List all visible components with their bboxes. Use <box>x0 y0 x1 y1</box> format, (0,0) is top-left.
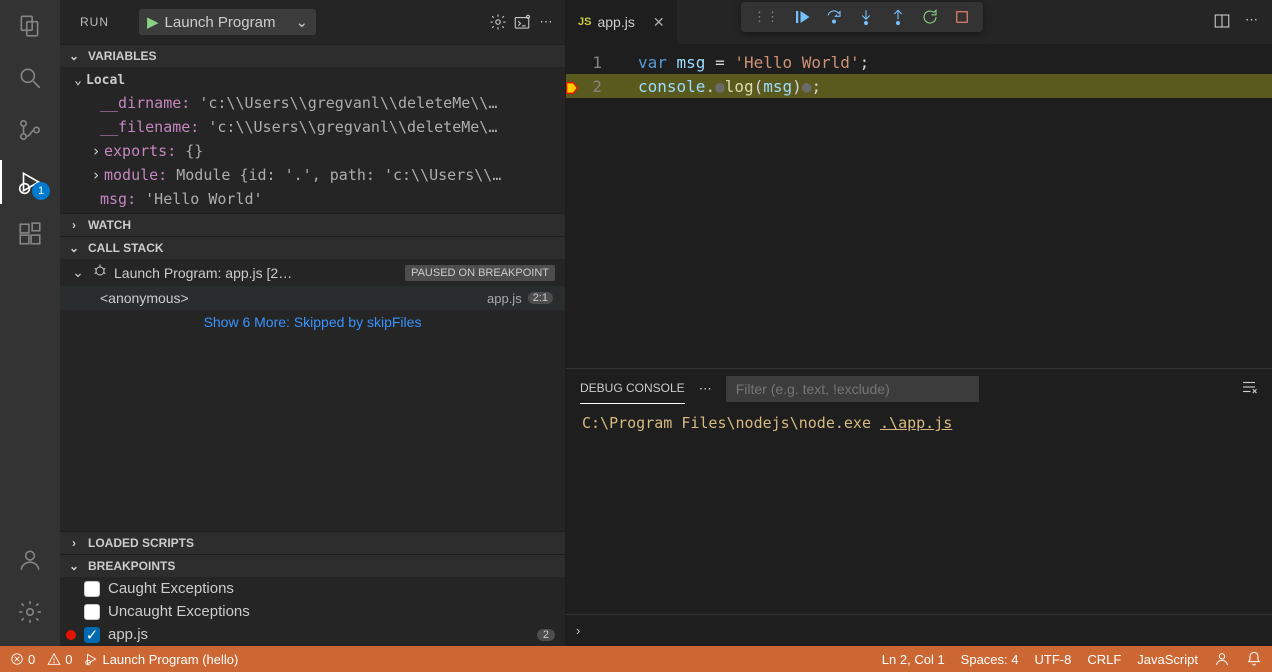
tab-bar: JS app.js ✕ ⋮⋮ ⋯ <box>566 0 1272 44</box>
activity-bar: 1 <box>0 0 60 646</box>
paused-badge: PAUSED ON BREAKPOINT <box>405 265 555 281</box>
checkbox[interactable] <box>84 604 100 620</box>
chevron-right-icon: › <box>576 623 580 638</box>
debug-console-panel: DEBUG CONSOLE ⋯ C:\Program Files\nodejs\… <box>566 368 1272 646</box>
chevron-down-icon: ⌄ <box>66 240 82 256</box>
explorer-icon[interactable] <box>0 0 60 52</box>
run-label: RUN <box>80 15 109 29</box>
variables-section[interactable]: ⌄VARIABLES <box>60 44 565 67</box>
js-file-icon: JS <box>578 16 591 28</box>
variable-row[interactable]: ›module: Module {id: '.', path: 'c:\\Use… <box>60 163 565 187</box>
step-into-icon[interactable] <box>857 8 875 26</box>
variable-row[interactable]: __filename: 'c:\\Users\\gregvanl\\delete… <box>60 115 565 139</box>
gear-icon[interactable] <box>489 13 507 31</box>
more-icon[interactable]: ⋯ <box>1245 12 1258 33</box>
status-language[interactable]: JavaScript <box>1137 652 1198 667</box>
console-filter-input[interactable] <box>726 376 979 402</box>
continue-icon[interactable] <box>793 8 811 26</box>
status-errors[interactable]: 0 <box>10 652 35 667</box>
status-spaces[interactable]: Spaces: 4 <box>961 652 1019 667</box>
code-line: var msg = 'Hello World'; <box>622 53 869 72</box>
chevron-down-icon: ⌄ <box>70 72 86 88</box>
split-editor-icon[interactable] <box>1213 12 1231 33</box>
tab-label: app.js <box>597 14 634 30</box>
extensions-icon[interactable] <box>0 208 60 260</box>
breakpoint-uncaught[interactable]: Uncaught Exceptions <box>60 600 565 623</box>
variable-row[interactable]: msg: 'Hello World' <box>60 187 565 211</box>
frame-file: app.js <box>487 291 522 306</box>
debug-toolbar[interactable]: ⋮⋮ <box>741 2 983 32</box>
tab-appjs[interactable]: JS app.js ✕ <box>566 0 677 44</box>
status-lncol[interactable]: Ln 2, Col 1 <box>882 652 945 667</box>
breakpoint-caught[interactable]: Caught Exceptions <box>60 577 565 600</box>
breakpoint-file[interactable]: ✓ app.js 2 <box>60 623 565 646</box>
launch-config-select[interactable]: ▶ Launch Program ⌄ <box>139 9 316 35</box>
chevron-right-icon: › <box>66 217 82 233</box>
restart-icon[interactable] <box>921 8 939 26</box>
show-more-frames[interactable]: Show 6 More: Skipped by skipFiles <box>60 310 565 334</box>
variable-row[interactable]: ›exports: {} <box>60 139 565 163</box>
console-output: C:\Program Files\nodejs\node.exe .\app.j… <box>566 408 1272 614</box>
stack-frame[interactable]: <anonymous> app.js 2:1 <box>60 286 565 310</box>
scope-local[interactable]: ⌄Local <box>60 69 565 91</box>
search-icon[interactable] <box>0 52 60 104</box>
accounts-icon[interactable] <box>0 534 60 586</box>
console-input[interactable]: › <box>566 614 1272 646</box>
chevron-down-icon: ⌄ <box>70 265 86 281</box>
more-icon[interactable]: ⋯ <box>537 13 555 31</box>
debug-badge: 1 <box>32 182 50 200</box>
console-link[interactable]: .\app.js <box>880 414 952 432</box>
feedback-icon[interactable] <box>1214 651 1230 667</box>
status-bar: 0 0 Launch Program (hello) Ln 2, Col 1 S… <box>0 646 1272 672</box>
run-debug-icon[interactable]: 1 <box>0 156 60 208</box>
frame-name: <anonymous> <box>100 290 189 306</box>
debug-sidebar: RUN ▶ Launch Program ⌄ ⋯ ⌄VARIABLES ⌄Loc… <box>60 0 566 646</box>
breakpoint-count: 2 <box>537 629 555 641</box>
thread-title: Launch Program: app.js [2… <box>114 265 292 281</box>
editor-pane: JS app.js ✕ ⋮⋮ ⋯ 1 var msg = 'Hello <box>566 0 1272 646</box>
settings-gear-icon[interactable] <box>0 586 60 638</box>
bell-icon[interactable] <box>1246 651 1262 667</box>
checkbox[interactable] <box>84 581 100 597</box>
launch-config-name: Launch Program <box>165 14 276 31</box>
chevron-down-icon: ⌄ <box>66 48 82 64</box>
loaded-scripts-section[interactable]: ›LOADED SCRIPTS <box>60 531 565 554</box>
status-encoding[interactable]: UTF-8 <box>1035 652 1072 667</box>
status-eol[interactable]: CRLF <box>1087 652 1121 667</box>
chevron-down-icon: ⌄ <box>295 13 308 31</box>
variable-row[interactable]: __dirname: 'c:\\Users\\gregvanl\\deleteM… <box>60 91 565 115</box>
bug-icon <box>92 263 108 282</box>
step-over-icon[interactable] <box>825 8 843 26</box>
status-warnings[interactable]: 0 <box>47 652 72 667</box>
step-out-icon[interactable] <box>889 8 907 26</box>
callstack-section[interactable]: ⌄CALL STACK <box>60 236 565 259</box>
clear-console-icon[interactable] <box>1240 378 1258 399</box>
breakpoint-current-icon[interactable] <box>566 80 580 100</box>
breakpoints-section[interactable]: ⌄BREAKPOINTS <box>60 554 565 577</box>
chevron-down-icon: ⌄ <box>66 558 82 574</box>
callstack-thread[interactable]: ⌄ Launch Program: app.js [2… PAUSED ON B… <box>60 259 565 286</box>
debug-console-icon[interactable] <box>513 13 531 31</box>
source-control-icon[interactable] <box>0 104 60 156</box>
chevron-right-icon: › <box>66 535 82 551</box>
line-number: 1 <box>566 53 622 72</box>
more-icon[interactable]: ⋯ <box>699 381 712 397</box>
play-icon: ▶ <box>147 13 159 31</box>
status-launch[interactable]: Launch Program (hello) <box>84 652 238 667</box>
chevron-right-icon: › <box>88 143 104 159</box>
watch-section[interactable]: ›WATCH <box>60 213 565 236</box>
code-line: console.●log(msg)●; <box>622 77 821 96</box>
checkbox-checked[interactable]: ✓ <box>84 627 100 643</box>
debug-console-tab[interactable]: DEBUG CONSOLE <box>580 373 685 404</box>
line-number: 2 <box>566 77 622 96</box>
grip-icon[interactable]: ⋮⋮ <box>753 9 779 25</box>
stop-icon[interactable] <box>953 8 971 26</box>
chevron-right-icon: › <box>88 167 104 183</box>
breakpoint-dot-icon <box>66 630 76 640</box>
close-icon[interactable]: ✕ <box>653 14 665 31</box>
frame-line: 2:1 <box>528 292 553 304</box>
code-editor[interactable]: 1 var msg = 'Hello World'; 2 console.●lo… <box>566 44 1272 368</box>
